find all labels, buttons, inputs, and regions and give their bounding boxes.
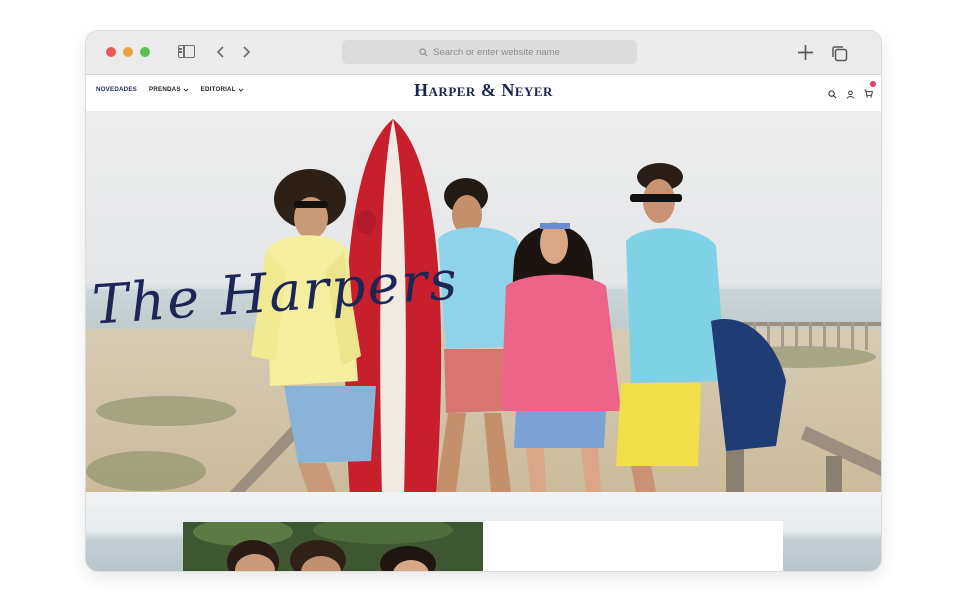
cart-badge [870,81,876,87]
account-icon[interactable] [846,90,855,99]
back-icon[interactable] [214,45,228,59]
model-pink-sweater [501,222,621,492]
cart-button[interactable] [864,81,876,103]
close-window-button[interactable] [106,47,116,57]
model-turquoise-sweater [616,163,786,492]
minimize-window-button[interactable] [123,47,133,57]
sidebar-icon[interactable] [178,45,195,58]
search-icon [419,47,428,56]
browser-window: Search or enter website name NOVEDADES P… [86,31,881,571]
editorial-photo[interactable] [183,522,483,571]
zoom-window-button[interactable] [140,47,150,57]
cart-icon [864,89,873,98]
site-logo[interactable]: Harper & Neyer [86,80,881,101]
search-icon[interactable] [828,89,837,99]
hero-banner[interactable]: The Harpers [86,111,881,492]
header-icons [828,81,876,103]
model-yellow-sweater [251,169,376,492]
next-section-preview [86,492,881,571]
address-bar[interactable]: Search or enter website name [342,40,637,64]
tabs-overview-icon[interactable] [831,45,848,62]
site-header: NOVEDADES PRENDAS EDITORIAL Harper & Ney… [86,75,881,111]
content-card [483,521,783,571]
new-tab-icon[interactable] [797,44,814,61]
address-placeholder: Search or enter website name [433,46,560,58]
forward-icon[interactable] [239,45,253,59]
editorial-photo-image [183,522,483,571]
browser-titlebar: Search or enter website name [86,31,881,75]
